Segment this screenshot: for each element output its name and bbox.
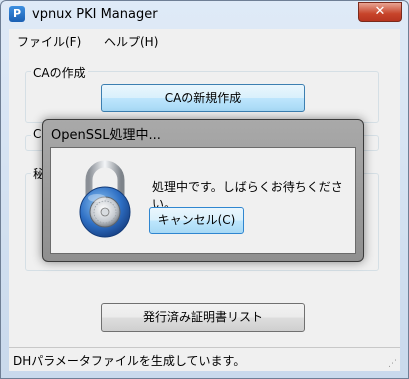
status-bar: DHパラメータファイルを生成しています。 ⋰ xyxy=(9,347,400,371)
dialog-title[interactable]: OpenSSL処理中... xyxy=(51,124,161,143)
processing-dialog: OpenSSL処理中... 処理中です。しばらくお待ちください。 キャンセル(C… xyxy=(42,119,364,262)
menu-bar: ファイル(F) ヘルプ(H) xyxy=(9,29,400,51)
padlock-icon xyxy=(79,160,131,238)
menu-file[interactable]: ファイル(F) xyxy=(17,33,81,50)
status-text: DHパラメータファイルを生成しています。 xyxy=(13,354,246,368)
resize-grip-icon[interactable]: ⋰ xyxy=(388,359,398,369)
menu-help[interactable]: ヘルプ(H) xyxy=(104,33,158,50)
close-button[interactable]: ✕ xyxy=(358,2,402,22)
cancel-button[interactable]: キャンセル(C) xyxy=(149,207,244,234)
issued-cert-list-button[interactable]: 発行済み証明書リスト xyxy=(101,303,305,332)
ca-create-group-label: CAの作成 xyxy=(31,64,88,81)
dialog-body: 処理中です。しばらくお待ちください。 キャンセル(C) xyxy=(50,147,356,254)
app-icon: P xyxy=(9,6,25,22)
window-title: vpnux PKI Manager xyxy=(32,7,158,22)
title-bar[interactable]: P vpnux PKI Manager ✕ xyxy=(1,1,408,29)
new-ca-button[interactable]: CAの新規作成 xyxy=(101,84,305,112)
